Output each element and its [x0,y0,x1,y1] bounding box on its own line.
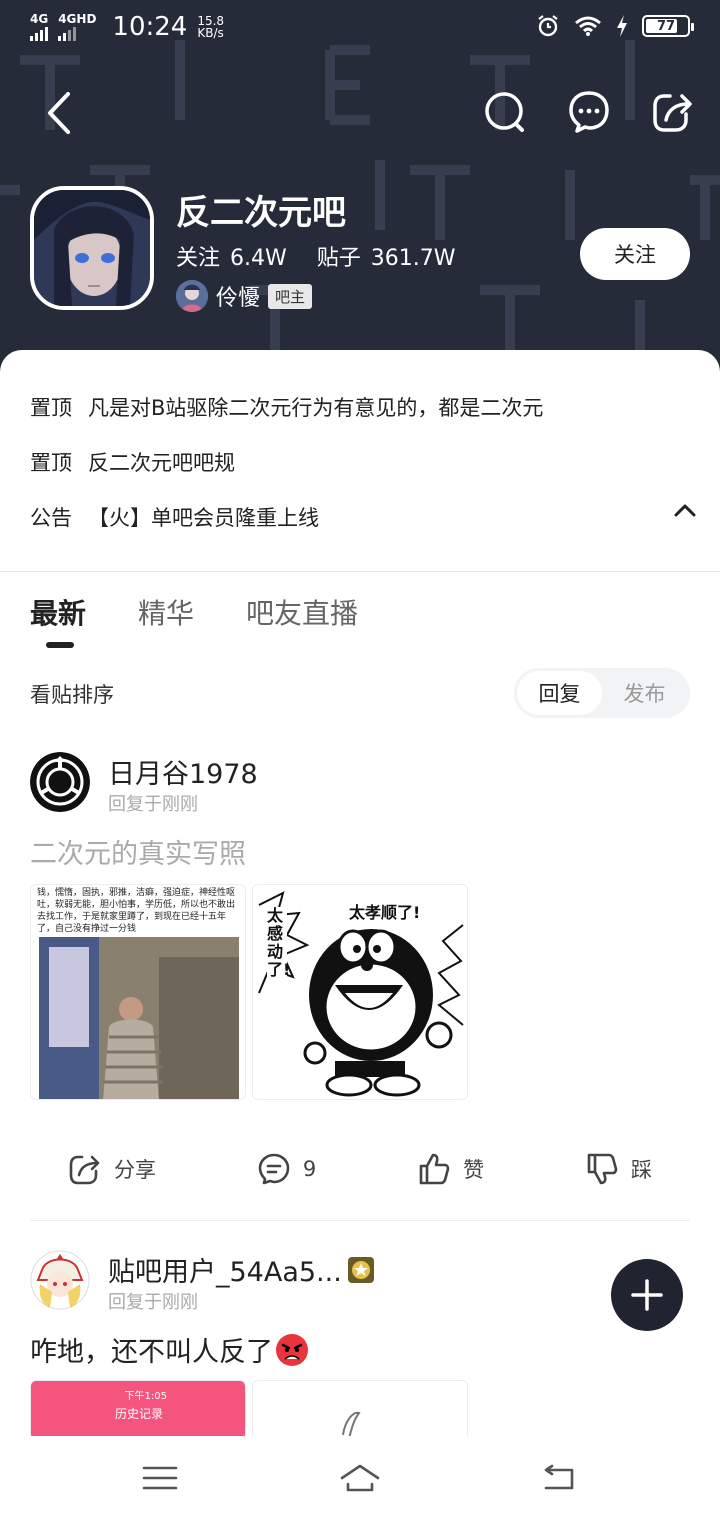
notice-text: 【火】单吧会员隆重上线 [88,506,319,530]
member-badge-icon [347,1256,374,1283]
feed-tabs: 最新 精华 吧友直播 [30,592,358,648]
bar-stats: 关注 6.4W 贴子 361.7W [176,240,456,272]
search-icon[interactable] [484,90,526,134]
bar-avatar [30,186,154,310]
image-title: 历史记录 [114,1407,163,1421]
clock: 10:24 [112,12,188,42]
announcement[interactable]: 公告 【火】单吧会员隆重上线 [30,502,319,532]
chevron-up-icon[interactable] [672,500,698,520]
signal-2: 4GHD [58,13,96,41]
notice-tag: 公告 [30,506,72,530]
dislike-action[interactable]: 踩 [585,1152,652,1186]
charging-icon [617,15,627,37]
pinned-notice-2[interactable]: 置顶 反二次元吧吧规 [30,447,235,477]
divider [30,1220,690,1221]
signal-1: 4G [30,13,48,41]
post-title[interactable]: 二次元的真实写照 [30,832,246,871]
back-icon[interactable] [40,88,80,138]
status-bar: 4G 4GHD 10:24 15.8 KB/s 77 [0,0,720,58]
net-speed: 15.8 KB/s [197,14,225,40]
more-icon[interactable] [568,90,610,134]
owner-badge: 吧主 [268,283,313,309]
plus-icon [631,1279,663,1311]
battery-icon: 77 [642,15,694,37]
username[interactable]: 贴吧用户_54Aa5... [108,1250,376,1289]
owner-name: 伶懮 [216,286,261,311]
comment-icon [258,1153,290,1185]
post-actions: 分享 9 赞 踩 [30,1144,690,1194]
post-image-2[interactable] [252,1380,468,1436]
post-time: 回复于刚刚 [108,1292,198,1313]
notice-tag: 置顶 [30,396,72,420]
thumbs-down-icon [587,1153,618,1185]
notice-text: 凡是对B站驱除二次元行为有意见的，都是二次元 [88,396,544,420]
post-image-1[interactable]: 下午1:05 历史记录 [30,1380,246,1436]
notice-card: 置顶 凡是对B站驱除二次元行为有意见的，都是二次元 置顶 反二次元吧吧规 公告 【火】… [0,350,720,572]
angry-emoji-icon [276,1333,308,1366]
alarm-icon [538,15,558,37]
share-icon[interactable] [652,90,694,134]
tab-latest[interactable]: 最新 [30,592,86,648]
sort-by-publish[interactable]: 发布 [602,671,687,715]
comic-text-1: 太孝顺了! [349,899,421,923]
system-nav-bar [0,1436,720,1520]
share-action[interactable]: 分享 [68,1152,156,1186]
thumbs-up-icon [419,1153,450,1185]
post-image-caption: 钱，懦惰，固执，邪推，洁癖，强迫症，神经性呕吐，软弱无能，胆小怕事，学历低，所以… [37,888,236,934]
home-icon[interactable] [340,1462,380,1494]
post-image-2[interactable]: 太孝顺了! 太感动了! [252,884,468,1100]
sort-toggle: 回复 发布 [514,668,690,718]
user-avatar[interactable] [30,1250,90,1310]
bar-owner[interactable]: 伶懮 吧主 [176,280,313,312]
menu-icon[interactable] [140,1462,180,1494]
divider [0,571,720,572]
user-avatar[interactable] [30,752,90,812]
like-action[interactable]: 赞 [417,1152,484,1186]
sort-row: 看贴排序 回复 发布 [30,668,690,718]
share-icon [69,1155,100,1185]
sort-label: 看贴排序 [30,683,114,707]
tab-live[interactable]: 吧友直播 [246,592,358,648]
post-card[interactable]: 贴吧用户_54Aa5... 回复于刚刚 咋地，还不叫人反了 下午1:05 历史记… [30,1250,690,1436]
post-image-1[interactable]: 钱，懦惰，固执，邪推，洁癖，强迫症，神经性呕吐，软弱无能，胆小怕事，学历低，所以… [30,884,246,1100]
notice-tag: 置顶 [30,451,72,475]
follower-count: 关注 6.4W [176,246,287,271]
post-time: 回复于刚刚 [108,794,198,815]
notice-text: 反二次元吧吧规 [88,451,235,475]
post-count: 贴子 361.7W [316,246,456,271]
pinned-notice-1[interactable]: 置顶 凡是对B站驱除二次元行为有意见的，都是二次元 [30,392,543,422]
post-title[interactable]: 咋地，还不叫人反了 [30,1330,309,1369]
owner-avatar [176,280,208,312]
new-post-button[interactable] [611,1259,683,1331]
post-card[interactable]: 日月谷1978 回复于刚刚 二次元的真实写照 钱，懦惰，固执，邪推，洁癖，强迫症… [30,752,690,1192]
follow-button[interactable]: 关注 [580,228,690,280]
tab-featured[interactable]: 精华 [138,592,194,648]
username[interactable]: 日月谷1978 [108,752,258,791]
back-nav-icon[interactable] [540,1462,580,1494]
sort-by-reply[interactable]: 回复 [517,671,602,715]
comment-action[interactable]: 9 [257,1152,316,1186]
comic-text-2: 太感动了! [267,906,291,979]
wifi-icon [575,16,601,36]
bar-header: 4G 4GHD 10:24 15.8 KB/s 77 反二次元吧 关注 6.4W… [0,0,720,380]
image-status-time: 下午1:05 [124,1391,167,1402]
bar-title: 反二次元吧 [176,193,346,233]
